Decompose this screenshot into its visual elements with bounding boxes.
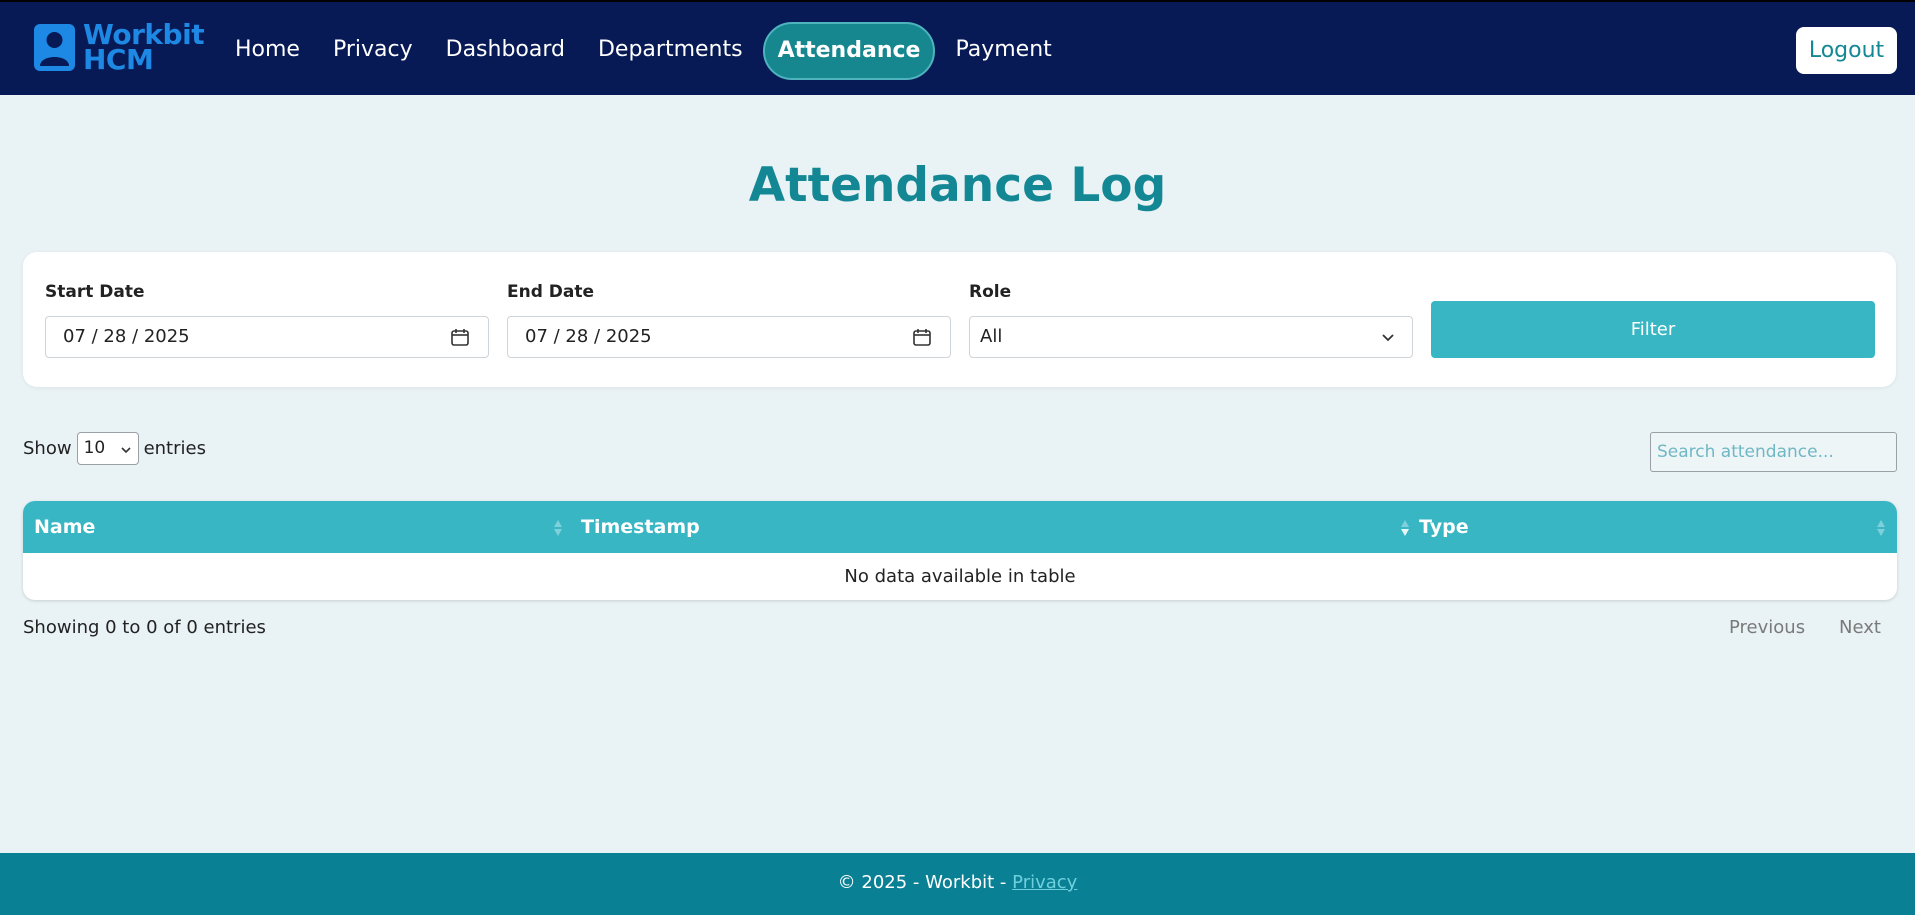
column-header-timestamp[interactable]: Timestamp bbox=[581, 501, 1411, 553]
table-header: Name Timestamp Type bbox=[23, 501, 1897, 553]
logout-button[interactable]: Logout bbox=[1796, 27, 1897, 74]
search-placeholder: Search attendance... bbox=[1657, 442, 1834, 462]
table-info: Showing 0 to 0 of 0 entries bbox=[23, 617, 266, 638]
column-timestamp-label: Timestamp bbox=[581, 516, 700, 538]
brand-logo[interactable]: Workbit HCM bbox=[34, 21, 205, 74]
sort-icon bbox=[554, 520, 562, 536]
nav-link-home[interactable]: Home bbox=[222, 22, 313, 80]
end-date-value: 07 / 28 / 2025 bbox=[525, 326, 652, 347]
nav-link-attendance[interactable]: Attendance bbox=[762, 22, 936, 80]
brand-name: Workbit HCM bbox=[83, 21, 205, 74]
attendance-table: Name Timestamp Type No data available in… bbox=[23, 501, 1897, 600]
previous-button[interactable]: Previous bbox=[1729, 617, 1805, 638]
show-entries-control: Show 10 entries bbox=[23, 432, 206, 465]
sort-icon bbox=[1877, 520, 1885, 536]
footer-text: © 2025 - Workbit - bbox=[837, 872, 1013, 893]
calendar-icon[interactable] bbox=[912, 327, 932, 347]
nav-link-privacy[interactable]: Privacy bbox=[320, 22, 426, 80]
entries-value: 10 bbox=[83, 438, 106, 458]
role-value: All bbox=[980, 326, 1003, 347]
column-header-name[interactable]: Name bbox=[34, 501, 564, 553]
empty-table-message: No data available in table bbox=[844, 566, 1076, 587]
nav-link-dashboard[interactable]: Dashboard bbox=[433, 22, 578, 80]
top-navbar: Workbit HCM Home Privacy Dashboard Depar… bbox=[0, 0, 1915, 95]
nav-link-departments[interactable]: Departments bbox=[585, 22, 756, 80]
footer-privacy-link[interactable]: Privacy bbox=[1012, 872, 1077, 893]
sort-icon bbox=[1401, 520, 1409, 536]
filter-card: Start Date 07 / 28 / 2025 End Date 07 / … bbox=[23, 252, 1896, 387]
chevron-down-icon bbox=[121, 447, 131, 454]
column-type-label: Type bbox=[1419, 516, 1469, 538]
page-title: Attendance Log bbox=[748, 158, 1167, 213]
start-date-input[interactable]: 07 / 28 / 2025 bbox=[45, 316, 489, 358]
next-button[interactable]: Next bbox=[1839, 617, 1881, 638]
chevron-down-icon bbox=[1382, 334, 1394, 342]
filter-button[interactable]: Filter bbox=[1431, 301, 1875, 358]
calendar-icon[interactable] bbox=[450, 327, 470, 347]
end-date-label: End Date bbox=[507, 282, 595, 302]
end-date-input[interactable]: 07 / 28 / 2025 bbox=[507, 316, 951, 358]
entries-select[interactable]: 10 bbox=[76, 432, 139, 465]
footer: © 2025 - Workbit - Privacy bbox=[0, 853, 1915, 915]
user-icon bbox=[34, 23, 75, 71]
role-label: Role bbox=[969, 282, 1012, 302]
entries-label: entries bbox=[143, 438, 206, 459]
nav-link-payment[interactable]: Payment bbox=[942, 22, 1064, 80]
column-name-label: Name bbox=[34, 516, 96, 538]
column-header-type[interactable]: Type bbox=[1419, 501, 1889, 553]
nav-links: Home Privacy Dashboard Departments Atten… bbox=[222, 22, 1072, 80]
show-label: Show bbox=[23, 438, 72, 459]
search-input[interactable]: Search attendance... bbox=[1650, 432, 1897, 472]
start-date-label: Start Date bbox=[45, 282, 145, 302]
role-select[interactable]: All bbox=[969, 316, 1413, 358]
start-date-value: 07 / 28 / 2025 bbox=[63, 326, 190, 347]
